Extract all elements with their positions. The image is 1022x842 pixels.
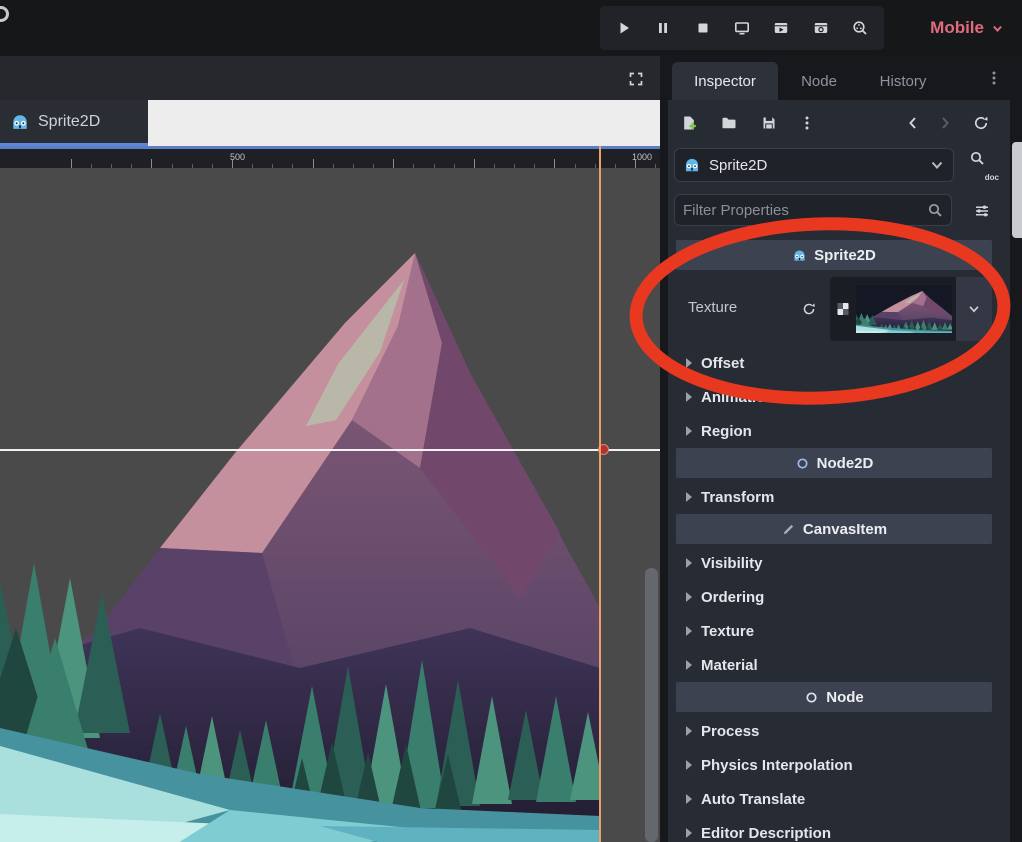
- expand-arrow-icon: [686, 358, 692, 368]
- sprite2d-class-icon: [792, 248, 807, 263]
- texture-thumbnail: [856, 285, 952, 333]
- scene-tab-bar: Sprite2D: [0, 100, 660, 146]
- group-ordering[interactable]: Ordering: [676, 580, 992, 614]
- stop-button[interactable]: [686, 11, 720, 45]
- group-region[interactable]: Region: [676, 414, 992, 448]
- category-node2d[interactable]: Node2D: [676, 448, 992, 478]
- renderer-dropdown[interactable]: Mobile: [930, 0, 1004, 56]
- group-auto-translate[interactable]: Auto Translate: [676, 782, 992, 816]
- resource-extra-menu-icon[interactable]: [794, 110, 820, 136]
- renderer-label: Mobile: [930, 18, 984, 38]
- viewport-header: [0, 56, 660, 100]
- node-class-icon: [804, 690, 819, 705]
- group-material[interactable]: Material: [676, 648, 992, 682]
- node2d-class-icon: [795, 456, 810, 471]
- revert-icon[interactable]: [796, 296, 822, 322]
- movie-maker-button[interactable]: [843, 11, 877, 45]
- object-history-icon[interactable]: [968, 110, 994, 136]
- tab-node[interactable]: Node: [788, 62, 850, 100]
- canvasitem-class-icon: [781, 522, 796, 537]
- sprite-mountain-artwork: [0, 168, 600, 842]
- group-editor-description[interactable]: Editor Description: [676, 816, 992, 842]
- inspector-menu-icon[interactable]: [984, 68, 1004, 88]
- inspector-tab-bar: Inspector Node History: [668, 56, 1010, 100]
- edited-node-selector[interactable]: Sprite2D: [674, 148, 954, 182]
- group-visibility[interactable]: Visibility: [676, 546, 992, 580]
- viewport-scrollbar[interactable]: [645, 568, 658, 842]
- viewport-canvas[interactable]: [0, 168, 660, 842]
- history-back-icon[interactable]: [900, 110, 926, 136]
- load-resource-icon[interactable]: [716, 110, 742, 136]
- category-canvasitem[interactable]: CanvasItem: [676, 514, 992, 544]
- filter-properties-input[interactable]: [683, 202, 927, 219]
- godot-node-icon: [683, 156, 701, 174]
- play-scene-button[interactable]: [764, 11, 798, 45]
- property-label: Texture: [688, 299, 737, 316]
- horizontal-ruler: 500 1000: [0, 146, 660, 168]
- property-list: Sprite2D Texture OffsetAnimationRegionNo…: [676, 240, 992, 842]
- sprite-edge-line: [599, 146, 601, 842]
- tab-inspector[interactable]: Inspector: [672, 62, 778, 100]
- expand-arrow-icon: [686, 558, 692, 568]
- inspector-panel: Sprite2D doc Sprite2D Texture OffsetAnim…: [668, 100, 1010, 842]
- category-node[interactable]: Node: [676, 682, 992, 712]
- godot-node-icon: [10, 112, 30, 132]
- scene-tab-label: Sprite2D: [38, 113, 100, 131]
- open-documentation-button[interactable]: doc: [962, 146, 1002, 184]
- expand-arrow-icon: [686, 828, 692, 838]
- texture-dropdown-button[interactable]: [956, 277, 992, 341]
- search-doc-icon: [969, 150, 985, 166]
- horizontal-guide-line: [0, 449, 660, 451]
- expand-arrow-icon: [686, 492, 692, 502]
- panel-divider: [660, 56, 668, 842]
- group-offset[interactable]: Offset: [676, 346, 992, 380]
- search-icon: [927, 202, 943, 218]
- chevron-down-icon: [929, 157, 945, 173]
- group-transform[interactable]: Transform: [676, 480, 992, 514]
- group-process[interactable]: Process: [676, 714, 992, 748]
- group-texture[interactable]: Texture: [676, 614, 992, 648]
- expand-arrow-icon: [686, 794, 692, 804]
- pause-button[interactable]: [646, 11, 680, 45]
- floating-panel-edge: [1012, 142, 1022, 238]
- texture-preview[interactable]: [830, 277, 956, 341]
- edited-node-name: Sprite2D: [709, 157, 921, 174]
- chevron-down-icon: [991, 22, 1004, 35]
- play-button[interactable]: [607, 11, 641, 45]
- inspector-toolbar: [672, 108, 1006, 138]
- tab-strip-empty: [148, 100, 660, 146]
- expand-arrow-icon: [686, 426, 692, 436]
- texture-resource-picker[interactable]: [830, 277, 992, 341]
- tab-history[interactable]: History: [860, 62, 946, 100]
- expand-arrow-icon: [686, 660, 692, 670]
- expand-arrow-icon: [686, 726, 692, 736]
- cropped-corner-icon: [0, 6, 9, 22]
- expand-arrow-icon: [686, 760, 692, 770]
- filter-properties-field: [674, 194, 952, 226]
- texture-file-icon: [835, 301, 851, 317]
- new-resource-icon[interactable]: [676, 110, 702, 136]
- group-physics-interpolation[interactable]: Physics Interpolation: [676, 748, 992, 782]
- category-sprite2d[interactable]: Sprite2D: [676, 240, 992, 270]
- group-animation[interactable]: Animation: [676, 380, 992, 414]
- expand-arrow-icon: [686, 626, 692, 636]
- play-custom-scene-button[interactable]: [804, 11, 838, 45]
- history-forward-icon[interactable]: [932, 110, 958, 136]
- expand-arrow-icon: [686, 592, 692, 602]
- scene-tab-sprite2d[interactable]: Sprite2D: [0, 100, 148, 146]
- fullscreen-icon[interactable]: [624, 67, 648, 91]
- expand-arrow-icon: [686, 392, 692, 402]
- property-texture: Texture: [676, 272, 992, 346]
- save-resource-icon[interactable]: [756, 110, 782, 136]
- property-tools-icon[interactable]: [964, 196, 1000, 226]
- remote-debug-button[interactable]: [725, 11, 759, 45]
- playback-controls: [600, 6, 884, 50]
- editor-top-bar: Mobile: [0, 0, 1022, 56]
